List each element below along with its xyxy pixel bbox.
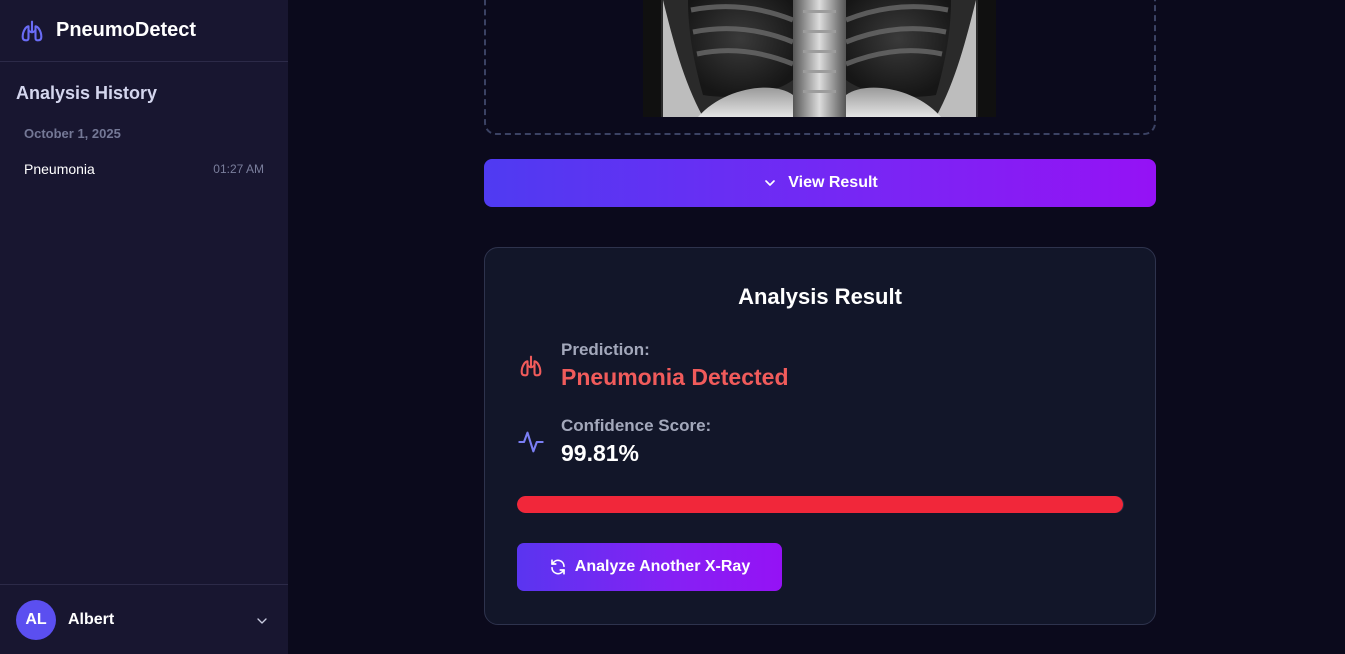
avatar: AL bbox=[16, 599, 56, 640]
prediction-row: Prediction: Pneumonia Detected bbox=[517, 340, 789, 391]
sidebar: PneumoDetect Analysis History October 1,… bbox=[0, 0, 288, 654]
result-title: Analysis Result bbox=[738, 284, 902, 309]
history-item-label: Pneumonia bbox=[24, 161, 95, 177]
history-title: Analysis History bbox=[16, 83, 158, 103]
confidence-value: 99.81% bbox=[561, 440, 640, 466]
view-result-label: View Result bbox=[788, 174, 878, 191]
refresh-icon bbox=[549, 558, 567, 576]
user-menu[interactable]: AL Albert bbox=[0, 584, 288, 654]
chevron-down-icon bbox=[762, 175, 778, 191]
history-item-time: 01:27 AM bbox=[213, 162, 264, 176]
history-date-group: October 1, 2025 bbox=[24, 126, 121, 141]
analyze-another-label: Analyze Another X-Ray bbox=[574, 558, 751, 575]
lungs-icon bbox=[18, 17, 46, 45]
prediction-value: Pneumonia Detected bbox=[561, 364, 789, 390]
confidence-label: Confidence Score: bbox=[561, 416, 712, 435]
confidence-bar bbox=[517, 496, 1124, 513]
xray-preview-image bbox=[643, 0, 996, 117]
app-name: PneumoDetect bbox=[56, 19, 197, 41]
view-result-button[interactable]: View Result bbox=[484, 159, 1156, 207]
user-name: Albert bbox=[68, 610, 115, 628]
result-card: Analysis Result Prediction: Pneumonia De… bbox=[484, 247, 1156, 625]
prediction-label: Prediction: bbox=[561, 340, 650, 359]
chevron-down-icon[interactable] bbox=[254, 613, 270, 629]
brand[interactable]: PneumoDetect bbox=[0, 0, 288, 62]
lungs-icon bbox=[517, 352, 545, 380]
activity-icon bbox=[517, 428, 545, 456]
history-item[interactable]: Pneumonia 01:27 AM bbox=[16, 154, 272, 184]
confidence-row: Confidence Score: 99.81% bbox=[517, 416, 711, 467]
confidence-bar-fill bbox=[517, 496, 1123, 513]
analyze-another-button[interactable]: Analyze Another X-Ray bbox=[517, 543, 782, 591]
